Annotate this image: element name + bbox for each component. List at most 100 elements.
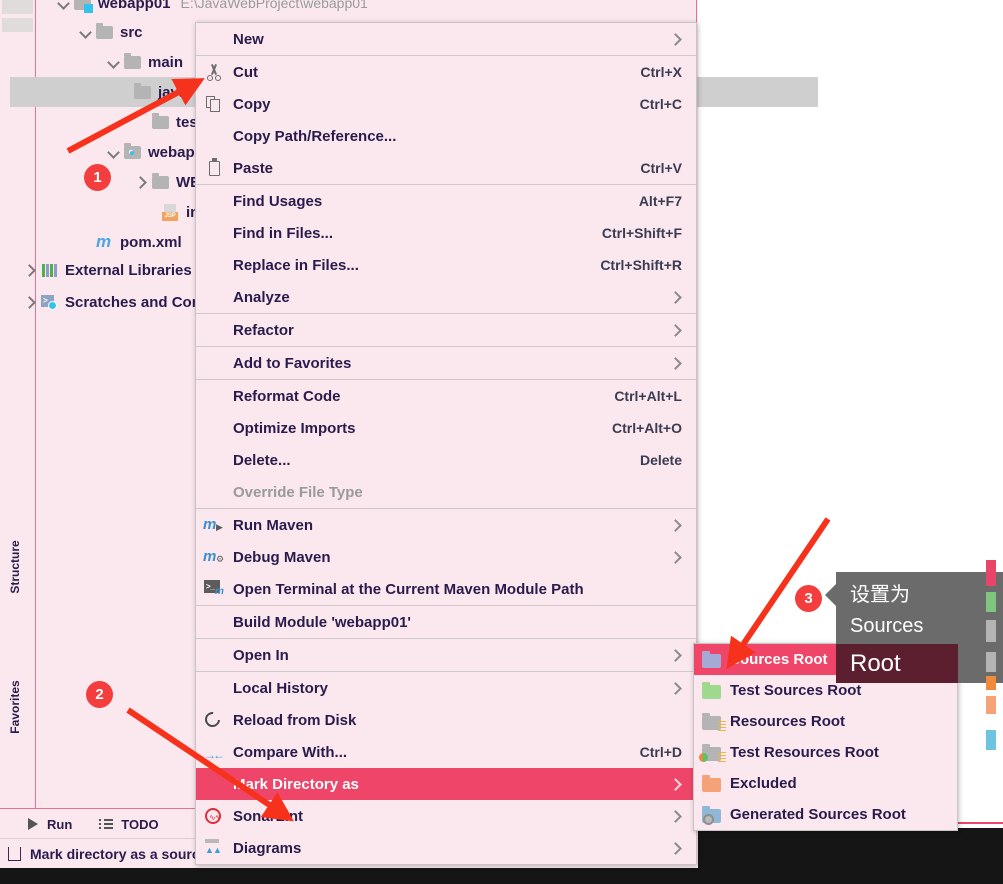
menu-item-shortcut: Ctrl+C (639, 96, 682, 112)
menu-item-sonarlint[interactable]: ∿∿ SonarLint (196, 800, 696, 832)
menu-icon-placeholder (202, 678, 228, 698)
test-sources-root-folder-icon (698, 681, 726, 701)
folder-icon (152, 173, 170, 191)
menu-item-new[interactable]: New (196, 23, 696, 55)
menu-item-label: Paste (233, 159, 274, 177)
chevron-down-icon[interactable] (104, 143, 122, 161)
menu-item-label: Optimize Imports (233, 419, 356, 437)
status-hint-icon (8, 847, 21, 861)
submenu-item-label: Test Resources Root (730, 744, 879, 761)
chevron-down-icon[interactable] (54, 0, 72, 12)
bottom-bar-run[interactable]: Run (28, 817, 72, 832)
chevron-right-icon[interactable] (132, 173, 150, 191)
stripe-button[interactable] (2, 18, 33, 32)
maven-run-icon: m ▶ (203, 516, 223, 533)
folder-icon (124, 53, 142, 71)
menu-item-label: Open Terminal at the Current Maven Modul… (233, 580, 584, 598)
menu-item-reformat-code[interactable]: Reformat Code Ctrl+Alt+L (196, 380, 696, 412)
resources-root-folder-icon (698, 712, 726, 732)
menu-item-debug-maven[interactable]: m ⚙ Debug Maven (196, 541, 696, 573)
chevron-right-icon (670, 842, 682, 854)
test-resources-root-folder-icon (698, 743, 726, 763)
menu-item-copy[interactable]: Copy Ctrl+C (196, 88, 696, 120)
menu-item-build-module[interactable]: Build Module 'webapp01' (196, 606, 696, 638)
menu-item-label: Cut (233, 63, 258, 81)
submenu-item-test-resources-root[interactable]: Test Resources Root (694, 737, 957, 768)
excluded-folder-icon (698, 774, 726, 794)
tooltip-line-3: Root (850, 650, 901, 677)
menu-icon-placeholder (202, 320, 228, 340)
menu-item-paste[interactable]: Paste Ctrl+V (196, 152, 696, 184)
cut-icon (202, 62, 228, 82)
menu-item-label: Open In (233, 646, 289, 664)
menu-item-reload-from-disk[interactable]: Reload from Disk (196, 704, 696, 736)
folder-icon (96, 23, 114, 41)
tree-item-pom-xml[interactable]: m pom.xml (76, 227, 182, 257)
menu-item-label: Compare With... (233, 743, 348, 761)
menu-item-copy-path-reference[interactable]: Copy Path/Reference... (196, 120, 696, 152)
maven-file-icon: m (96, 232, 112, 251)
stripe-button[interactable] (2, 0, 33, 14)
menu-item-open-terminal-maven[interactable]: >_ m Open Terminal at the Current Maven M… (196, 573, 696, 605)
menu-item-analyze[interactable]: Analyze (196, 281, 696, 313)
menu-icon-placeholder (202, 223, 228, 243)
tree-item-label: main (148, 53, 184, 71)
menu-icon-placeholder (202, 353, 228, 373)
menu-item-diagrams[interactable]: ▲ ▲ Diagrams (196, 832, 696, 864)
menu-item-mark-directory-as[interactable]: Mark Directory as (196, 768, 696, 800)
menu-item-replace-in-files[interactable]: Replace in Files... Ctrl+Shift+R (196, 249, 696, 281)
play-icon (28, 818, 38, 830)
menu-icon-placeholder (202, 418, 228, 438)
menu-item-local-history[interactable]: Local History (196, 672, 696, 704)
menu-item-label: Find Usages (233, 192, 323, 210)
chevron-placeholder-icon (132, 113, 150, 131)
tree-item-external-libraries[interactable]: External Libraries (21, 255, 192, 285)
menu-item-refactor[interactable]: Refactor (196, 314, 696, 346)
tree-item-webapp01[interactable]: webapp01 E:\JavaWebProject\webapp01 (54, 0, 368, 18)
tree-item-label: External Libraries (65, 261, 192, 279)
menu-item-delete[interactable]: Delete... Delete (196, 444, 696, 476)
chevron-down-icon[interactable] (76, 23, 94, 41)
chevron-right-icon[interactable] (21, 293, 39, 311)
run-label: Run (47, 816, 73, 832)
tree-item-main[interactable]: main (104, 47, 183, 77)
chevron-right-icon[interactable] (21, 261, 39, 279)
menu-item-run-maven[interactable]: m ▶ Run Maven (196, 509, 696, 541)
menu-item-label: Reload from Disk (233, 711, 357, 729)
screen-bottom-black-bar (0, 868, 1003, 884)
stripe-label-favorites[interactable]: Favorites (8, 672, 22, 742)
menu-item-shortcut: Ctrl+Shift+F (601, 225, 682, 241)
terminal-maven-icon: >_ m (204, 580, 224, 597)
menu-item-label: Override File Type (233, 483, 363, 501)
submenu-item-generated-sources-root[interactable]: Generated Sources Root (694, 799, 957, 830)
diagrams-icon: ▲ ▲ (202, 838, 228, 858)
menu-item-add-to-favorites[interactable]: Add to Favorites (196, 347, 696, 379)
menu-item-label: Delete... (233, 451, 291, 469)
module-folder-icon (74, 0, 93, 13)
menu-item-compare-with[interactable]: → ← Compare With... Ctrl+D (196, 736, 696, 768)
menu-item-cut[interactable]: Cut Ctrl+X (196, 56, 696, 88)
menu-item-find-in-files[interactable]: Find in Files... Ctrl+Shift+F (196, 217, 696, 249)
menu-item-label: New (233, 30, 264, 48)
web-folder-icon (124, 143, 142, 161)
bottom-bar-todo[interactable]: TODO (99, 817, 159, 832)
tree-item-src[interactable]: src (76, 17, 143, 47)
tree-item-test[interactable]: test (132, 107, 203, 137)
tree-item-webapp[interactable]: webapp (104, 137, 204, 167)
menu-item-optimize-imports[interactable]: Optimize Imports Ctrl+Alt+O (196, 412, 696, 444)
menu-item-open-in[interactable]: Open In (196, 639, 696, 671)
menu-item-label: Add to Favorites (233, 354, 352, 372)
submenu-item-resources-root[interactable]: Resources Root (694, 706, 957, 737)
editor-marker-track[interactable] (986, 560, 996, 860)
tree-item-path: E:\JavaWebProject\webapp01 (180, 0, 368, 11)
menu-item-find-usages[interactable]: Find Usages Alt+F7 (196, 185, 696, 217)
menu-item-label: Mark Directory as (233, 775, 359, 793)
menu-item-label: Build Module 'webapp01' (233, 613, 411, 631)
menu-item-label: Replace in Files... (233, 256, 359, 274)
menu-item-label: Copy (233, 95, 271, 113)
submenu-item-label: Test Sources Root (730, 682, 862, 699)
stripe-label-structure[interactable]: Structure (8, 532, 22, 602)
chevron-down-icon[interactable] (104, 53, 122, 71)
submenu-item-excluded[interactable]: Excluded (694, 768, 957, 799)
menu-item-label: Debug Maven (233, 548, 331, 566)
